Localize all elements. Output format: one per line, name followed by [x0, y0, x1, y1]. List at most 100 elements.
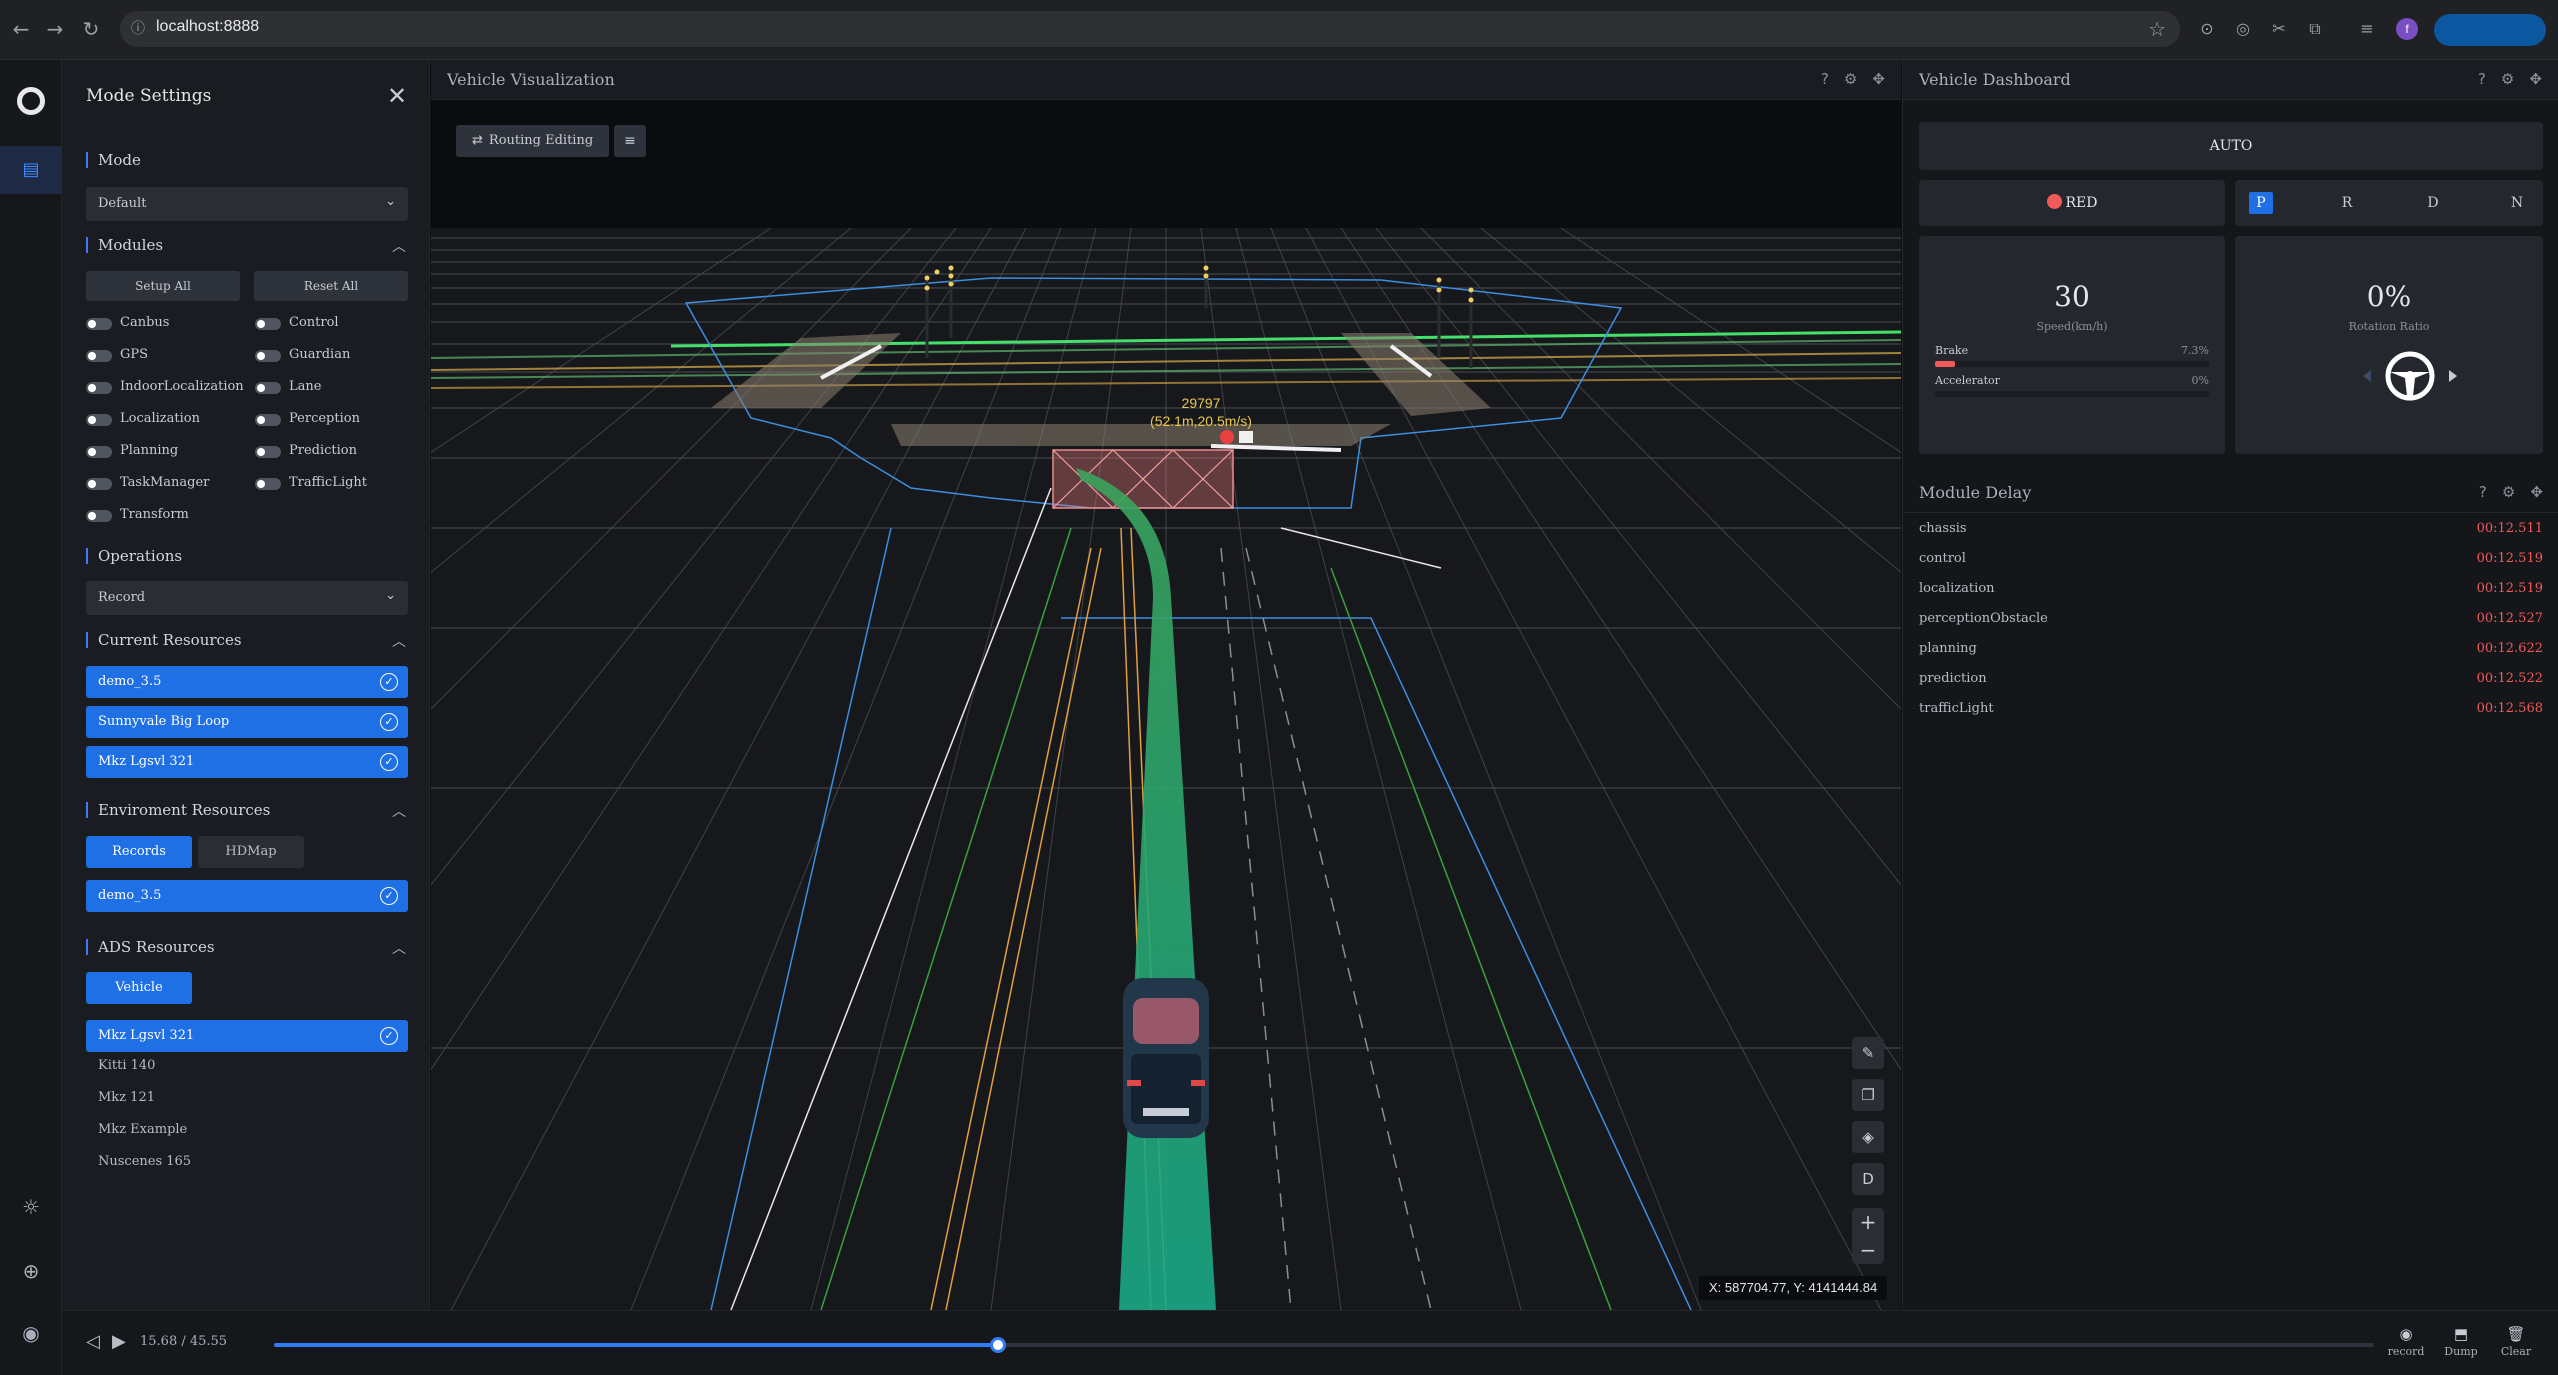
toggle-switch[interactable]: [86, 382, 112, 394]
current-resources-title: Current Resources: [86, 632, 242, 648]
help-icon[interactable]: ?: [2478, 70, 2486, 88]
red-light-icon: [2046, 194, 2062, 209]
gear-n: N: [2510, 195, 2524, 211]
driving-mode: AUTO: [1919, 122, 2543, 170]
record-icon: ◉: [2399, 1325, 2413, 1343]
copy-icon[interactable]: ❐: [1852, 1079, 1884, 1111]
setup-all-button[interactable]: Setup All: [86, 271, 240, 301]
app-rail: ▤ ☼ ⊕ ◉: [0, 60, 62, 1375]
reload-icon[interactable]: ↻: [78, 16, 104, 42]
layers-icon[interactable]: ◈: [1852, 1121, 1884, 1153]
help-icon[interactable]: ?: [2479, 483, 2487, 501]
vehicle-item[interactable]: Nuscenes 165: [98, 1154, 191, 1169]
toggle-switch[interactable]: [255, 382, 281, 394]
browser-action-button[interactable]: [2434, 14, 2546, 46]
tab-hdmap[interactable]: HDMap: [198, 836, 304, 868]
gear-icon[interactable]: ⚙: [2501, 70, 2514, 88]
panel-title: Module Delay: [1919, 483, 2032, 502]
panel-title: Mode Settings: [86, 86, 212, 106]
toggle-switch[interactable]: [86, 350, 112, 362]
extension-icon[interactable]: ⊙: [2196, 18, 2218, 40]
zoom-out-icon[interactable]: −: [1852, 1236, 1884, 1264]
back-icon[interactable]: ←: [8, 16, 34, 42]
crosshair-icon[interactable]: ⊕: [0, 1256, 62, 1286]
toggle-switch[interactable]: [86, 478, 112, 490]
toggle-switch[interactable]: [255, 446, 281, 458]
routing-list-icon[interactable]: ≡: [614, 125, 646, 157]
operations-select-value: Record: [98, 590, 146, 605]
help-icon[interactable]: ?: [1821, 70, 1829, 88]
toggle-switch[interactable]: [255, 414, 281, 426]
puzzle-icon[interactable]: ⧉: [2304, 18, 2326, 40]
record-button[interactable]: ◉ record: [2381, 1325, 2431, 1358]
toggle-switch[interactable]: [86, 318, 112, 330]
brake-fill: [1935, 361, 1955, 367]
expand-icon[interactable]: ✥: [2529, 70, 2542, 88]
obstacle-info-label: (52.1m,20.5m/s): [1150, 413, 1252, 429]
current-resource-item[interactable]: Sunnyvale Big Loop ✓: [86, 706, 408, 738]
list-icon[interactable]: ▤: [0, 146, 62, 194]
panel-title: Vehicle Visualization: [447, 70, 615, 89]
tab-records[interactable]: Records: [86, 836, 192, 868]
sun-icon[interactable]: ☼: [0, 1192, 62, 1222]
operations-select[interactable]: Record ⌄: [86, 581, 408, 615]
view-d-button[interactable]: D: [1852, 1163, 1884, 1195]
routing-editing-button[interactable]: ⇄ Routing Editing: [456, 125, 610, 157]
clear-button[interactable]: 🗑 Clear: [2491, 1325, 2541, 1358]
vehicle-dashboard-panel: Vehicle Dashboard ? ⚙ ✥ AUTO RED P R D N…: [1902, 60, 2558, 1310]
zoom-in-icon[interactable]: +: [1852, 1208, 1884, 1236]
check-circle-icon: ✓: [380, 713, 398, 731]
current-resource-item[interactable]: demo_3.5 ✓: [86, 666, 408, 698]
toggle-switch[interactable]: [255, 318, 281, 330]
reset-all-button[interactable]: Reset All: [254, 271, 408, 301]
vehicle-item-selected[interactable]: Mkz Lgsvl 321 ✓: [86, 1020, 408, 1052]
send-icon[interactable]: ◁: [86, 1331, 100, 1352]
toggle-switch[interactable]: [86, 414, 112, 426]
ads-resources-title: ADS Resources: [86, 939, 215, 955]
delay-row: localization 00:12.519: [1919, 581, 2543, 596]
play-icon[interactable]: ▶: [112, 1331, 126, 1352]
delay-row: chassis 00:12.511: [1919, 521, 2543, 536]
env-resource-item[interactable]: demo_3.5 ✓: [86, 880, 408, 912]
vehicle-item[interactable]: Kitti 140: [98, 1058, 155, 1073]
mode-select[interactable]: Default ⌄: [86, 187, 408, 221]
bookmark-star-icon[interactable]: ☆: [2148, 17, 2166, 41]
chevron-up-icon[interactable]: ︿: [392, 801, 406, 821]
user-icon[interactable]: ◉: [0, 1318, 62, 1348]
toggle-switch[interactable]: [86, 446, 112, 458]
progress-handle[interactable]: [989, 1337, 1006, 1353]
check-circle-icon: ✓: [380, 1027, 398, 1045]
expand-icon[interactable]: ✥: [2530, 483, 2543, 501]
gear-icon[interactable]: ⚙: [1844, 70, 1857, 88]
record-player: ◁ ▶ 15.68 / 45.55 ◉ record ⬒ Dump 🗑 Clear: [62, 1310, 2558, 1375]
gear-d: D: [2427, 195, 2439, 211]
address-bar[interactable]: ⓘ localhost:8888 ☆: [120, 11, 2180, 47]
dump-button[interactable]: ⬒ Dump: [2436, 1325, 2486, 1358]
tab-vehicle[interactable]: Vehicle: [86, 972, 192, 1004]
extension-icon[interactable]: ✂: [2268, 18, 2290, 40]
traffic-light-status: RED: [1919, 180, 2225, 226]
chevron-down-icon: ⌄: [385, 588, 396, 603]
current-resource-item[interactable]: Mkz Lgsvl 321 ✓: [86, 746, 408, 778]
extension-icon[interactable]: ◎: [2232, 18, 2254, 40]
toggle-switch[interactable]: [255, 478, 281, 490]
3d-scene[interactable]: 29797 (52.1m,20.5m/s): [431, 228, 1901, 1310]
vehicle-item[interactable]: Mkz Example: [98, 1122, 187, 1137]
playback-time: 15.68 / 45.55: [140, 1334, 228, 1349]
gear-icon[interactable]: ⚙: [2502, 483, 2515, 501]
obstacle-box: [1052, 449, 1234, 509]
forward-icon[interactable]: →: [42, 16, 68, 42]
profile-avatar[interactable]: f: [2396, 18, 2418, 40]
chevron-up-icon[interactable]: ︿: [392, 938, 406, 958]
toggle-switch[interactable]: [86, 510, 112, 522]
vehicle-item[interactable]: Mkz 121: [98, 1090, 155, 1105]
progress-bar[interactable]: [274, 1337, 2374, 1353]
close-icon[interactable]: ✕: [387, 82, 407, 110]
ruler-icon[interactable]: ✎: [1852, 1037, 1884, 1069]
chevron-up-icon[interactable]: ︿: [392, 631, 406, 651]
chevron-up-icon[interactable]: ︿: [392, 236, 406, 256]
expand-icon[interactable]: ✥: [1872, 70, 1885, 88]
toggle-switch[interactable]: [255, 350, 281, 362]
reading-list-icon[interactable]: ≡: [2356, 18, 2378, 40]
site-info-icon[interactable]: ⓘ: [128, 19, 148, 39]
